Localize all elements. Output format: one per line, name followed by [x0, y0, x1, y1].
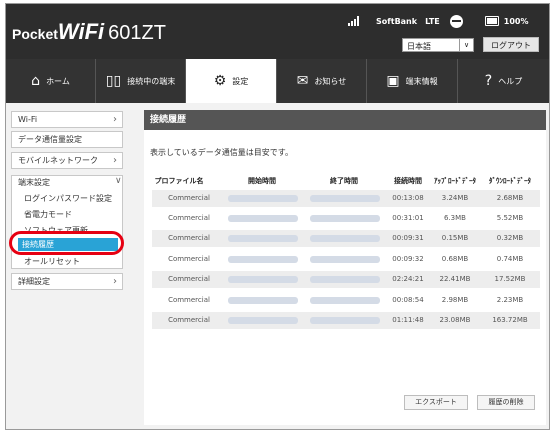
start-time-redacted	[228, 256, 298, 263]
mail-icon: ✉	[296, 73, 309, 89]
table-row: Commercial 02:24:21 22.41MB 17.52MB	[152, 271, 540, 288]
end-time-redacted	[310, 276, 380, 283]
end-time-redacted	[310, 195, 380, 202]
tab-settings[interactable]: ⚙ 設定	[186, 59, 277, 103]
carrier-name: SoftBank	[376, 16, 418, 26]
chevron-right-icon: ›	[113, 114, 117, 125]
tab-device-info[interactable]: ▣ 端末情報	[367, 59, 458, 103]
devices-icon: ▯▯	[105, 73, 122, 89]
start-time-redacted	[228, 215, 298, 222]
table-row: Commercial 00:09:32 0.68MB 0.74MB	[168, 255, 524, 263]
col-header-download: ﾀﾞｳﾝﾛｰﾄﾞﾃﾞｰﾀ	[489, 177, 531, 185]
end-time-redacted	[310, 215, 380, 222]
language-select[interactable]: 日本語 ∨	[402, 38, 474, 52]
col-header-end-time: 終了時間	[330, 177, 358, 185]
start-time-redacted	[228, 235, 298, 242]
battery-level: 100%	[503, 16, 529, 26]
info-icon: ▣	[386, 73, 400, 89]
sidebar-item-device-settings[interactable]: 端末設定	[18, 177, 50, 188]
logout-button[interactable]: ログアウト	[483, 37, 539, 52]
table-row: Commercial 01:11:48 23.08MB 163.72MB	[152, 312, 540, 329]
start-time-redacted	[228, 297, 298, 304]
content-panel: 接続履歴 表示しているデータ通信量は目安です。 プロファイル名 開始時間 終了時…	[144, 110, 546, 425]
col-header-upload: ｱｯﾌﾟﾛｰﾄﾞﾃﾞｰﾀ	[434, 177, 476, 185]
battery-icon	[484, 16, 499, 26]
start-time-redacted	[228, 317, 298, 324]
col-header-start-time: 開始時間	[248, 177, 276, 185]
network-type: LTE	[425, 16, 440, 26]
sidebar-item-wifi[interactable]: Wi-Fi ›	[11, 111, 123, 128]
tab-connected-devices[interactable]: ▯▯ 接続中の端末	[96, 59, 186, 103]
sidebar-item-reset-all[interactable]: オールリセット	[24, 256, 80, 267]
end-time-redacted	[310, 317, 380, 324]
chevron-down-icon: ∨	[115, 176, 122, 186]
top-header: PocketWiFi 601ZT SoftBank LTE 100% 日本語 ∨ …	[6, 4, 549, 59]
end-time-redacted	[310, 297, 380, 304]
signal-icon	[348, 16, 360, 26]
col-header-duration: 接続時間	[394, 177, 422, 185]
home-icon: ⌂	[31, 73, 41, 89]
table-row: Commercial 00:08:54 2.98MB 2.23MB	[168, 296, 524, 304]
help-icon: ?	[484, 73, 493, 89]
main-nav: ⌂ ホーム ▯▯ 接続中の端末 ⚙ 設定 ✉ お知らせ ▣ 端末情報 ? ヘルプ	[6, 59, 549, 103]
app-window: PocketWiFi 601ZT SoftBank LTE 100% 日本語 ∨ …	[5, 3, 550, 430]
sidebar-item-power-saving[interactable]: 省電力モード	[24, 209, 72, 220]
usage-note: 表示しているデータ通信量は目安です。	[150, 148, 293, 157]
table-row: Commercial 00:09:31 0.15MB 0.32MB	[152, 230, 540, 247]
tab-help[interactable]: ? ヘルプ	[458, 59, 549, 103]
sidebar-item-mobile-network[interactable]: モバイルネットワーク ›	[11, 152, 123, 169]
start-time-redacted	[228, 276, 298, 283]
start-time-redacted	[228, 195, 298, 202]
end-time-redacted	[310, 235, 380, 242]
status-bar: SoftBank LTE 100%	[348, 13, 529, 29]
sidebar-item-login-password[interactable]: ログインパスワード設定	[24, 193, 112, 204]
sidebar-item-advanced[interactable]: 詳細設定 ›	[11, 273, 123, 290]
chevron-right-icon: ›	[113, 155, 117, 166]
sidebar-item-data-usage[interactable]: データ通信量設定	[11, 131, 123, 148]
end-time-redacted	[310, 256, 380, 263]
gear-icon: ⚙	[213, 73, 227, 89]
chevron-right-icon: ›	[113, 276, 117, 287]
page-title: 接続履歴	[144, 110, 546, 130]
highlight-circle	[9, 231, 124, 255]
internet-icon	[449, 14, 463, 28]
tab-home[interactable]: ⌂ ホーム	[6, 59, 96, 103]
table-row: Commercial 00:31:01 6.3MB 5.52MB	[168, 214, 524, 222]
product-logo: PocketWiFi 601ZT	[12, 19, 166, 44]
delete-history-button[interactable]: 履歴の削除	[477, 395, 535, 410]
col-header-profile: プロファイル名	[154, 177, 204, 185]
chevron-down-icon: ∨	[459, 39, 473, 51]
model-name: 601ZT	[108, 22, 166, 44]
tab-notifications[interactable]: ✉ お知らせ	[277, 59, 367, 103]
table-row: Commercial 00:13:08 3.24MB 2.68MB	[152, 190, 540, 207]
export-button[interactable]: エクスポート	[404, 395, 468, 410]
